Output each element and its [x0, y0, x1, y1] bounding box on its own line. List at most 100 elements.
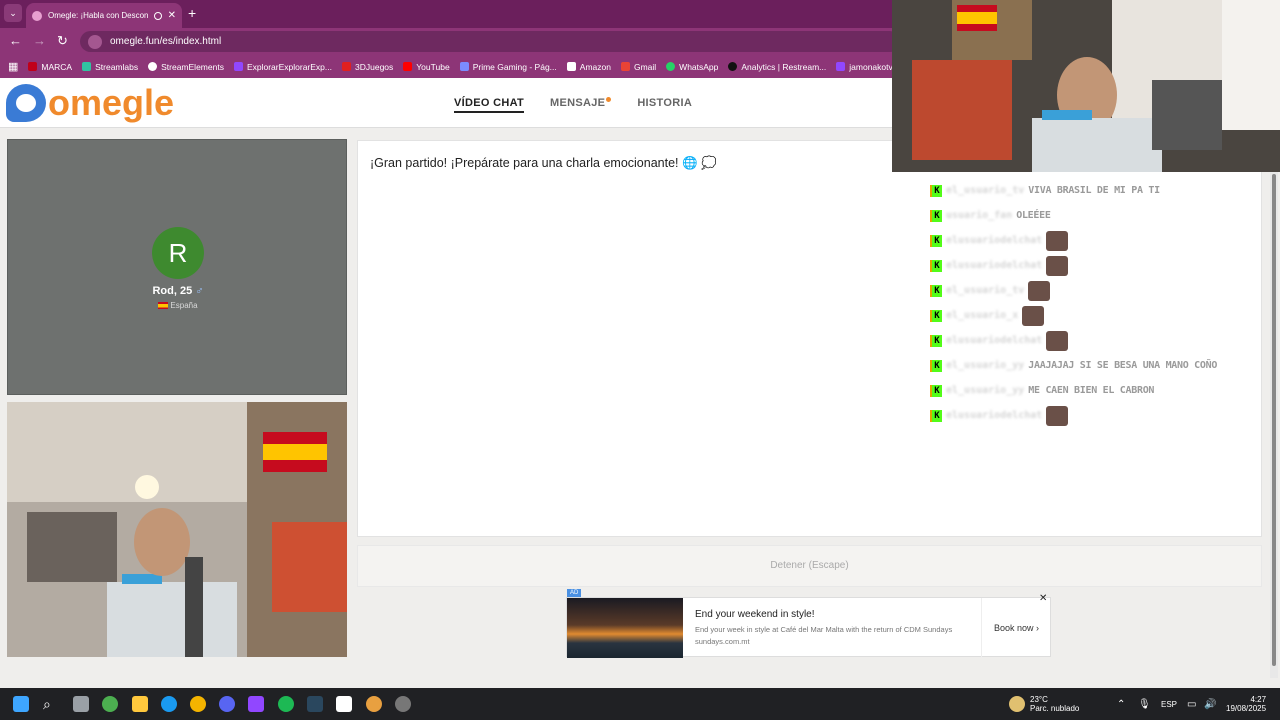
network-icon[interactable]: ▭: [1187, 688, 1196, 720]
weather-desc: Parc. nublado: [1030, 704, 1080, 713]
weather-widget[interactable]: 23°C Parc. nublado: [1030, 688, 1079, 720]
stranger-name: Rod, 25 ♂: [8, 285, 348, 297]
bookmark-label: Amazon: [579, 61, 611, 72]
site-info-icon[interactable]: [88, 34, 102, 49]
forward-button[interactable]: →: [33, 33, 46, 48]
logo-bubble-icon: [6, 84, 46, 122]
url-text: omegle.fun/es/index.html: [110, 36, 222, 47]
ad-image[interactable]: [567, 598, 683, 658]
apps-grid-icon[interactable]: ▦: [8, 60, 18, 73]
url-field[interactable]: omegle.fun/es/index.html: [80, 31, 900, 52]
stream-chat-emote: [1022, 305, 1045, 326]
bookmark-whatsapp[interactable]: WhatsApp: [666, 62, 718, 72]
bookmark-marca[interactable]: MARCA: [28, 62, 72, 72]
bookmark-streamlabs[interactable]: Streamlabs: [82, 62, 138, 72]
clock[interactable]: 4:27 19/08/2025: [1226, 688, 1266, 720]
stream-chat-username: el_usuario_yy: [946, 360, 1025, 371]
kick-badge-icon: K: [930, 334, 942, 347]
chevron-right-icon: ›: [1036, 623, 1040, 633]
reload-button[interactable]: ↻: [57, 33, 68, 49]
browser-tab[interactable]: Omegle: ¡Habla con Descon ✕: [26, 3, 182, 28]
notification-dot-icon: [606, 97, 612, 102]
bookmark-gmail[interactable]: Gmail: [620, 61, 657, 72]
edge-icon[interactable]: [161, 696, 177, 712]
stop-button[interactable]: Detener (Escape): [357, 545, 1262, 587]
nav-video-chat[interactable]: VÍDEO CHAT: [454, 97, 525, 113]
back-button[interactable]: ←: [9, 33, 22, 48]
stream-chat-text: ME CAEN BIEN EL CABRON: [1028, 385, 1155, 396]
ad-book-now-button[interactable]: Book now ›: [981, 598, 1051, 658]
capcut-icon[interactable]: [336, 696, 352, 712]
bookmark-restream[interactable]: Analytics | Restream...: [728, 62, 826, 72]
bookmark-label: 3DJuegos: [355, 61, 394, 72]
bookmark-amazon[interactable]: Amazon: [566, 61, 611, 72]
stream-chat-line: Kelusuariodelchat: [930, 253, 1250, 278]
new-tab-button[interactable]: +: [188, 5, 196, 21]
bookmark-label: MARCA: [41, 61, 73, 72]
obs-icon[interactable]: [395, 696, 411, 712]
stream-chat-emote: [1046, 405, 1069, 426]
page-scrollbar[interactable]: [1270, 172, 1278, 678]
stream-chat-username: el_usuario_tv: [946, 185, 1025, 196]
tray-chevron-up-icon[interactable]: ⌃: [1117, 688, 1125, 720]
start-windows-icon[interactable]: [13, 696, 29, 712]
tab-search-chevron-icon[interactable]: ⌄: [4, 4, 22, 22]
stream-chat-username: el_usuario_tv: [946, 285, 1025, 296]
bookmark-label: StreamElements: [161, 61, 224, 72]
self-video-image: [7, 402, 347, 657]
task-view-icon[interactable]: [73, 696, 89, 712]
weather-icon[interactable]: [1009, 696, 1025, 712]
stream-chat-line: Kelusuariodelchat: [930, 403, 1250, 428]
logo-text: omegle: [48, 82, 175, 123]
ad-banner[interactable]: AD End your weekend in style! End your w…: [566, 589, 1051, 658]
bookmark-explorar[interactable]: ExplorarExplorarExp...: [233, 62, 332, 72]
xbox-icon[interactable]: [102, 696, 118, 712]
stream-chat-line: Kel_usuario_tv VIVA BRASIL DE MI PA TI: [930, 178, 1250, 203]
nav-historia[interactable]: HISTORIA: [637, 97, 692, 113]
app-icon[interactable]: [366, 696, 382, 712]
stream-chat-username: el_usuario_yy: [946, 385, 1025, 396]
male-icon: ♂: [195, 285, 204, 297]
ad-close-icon[interactable]: ✕: [1039, 593, 1047, 604]
file-explorer-icon[interactable]: [132, 696, 148, 712]
microphone-icon[interactable]: 🎙: [1138, 688, 1151, 720]
bookmark-label: Gmail: [633, 61, 657, 72]
bookmark-prime-gaming[interactable]: Prime Gaming - Pág...: [459, 62, 557, 72]
twitch-icon[interactable]: [248, 696, 264, 712]
tab-close-icon[interactable]: ✕: [168, 10, 176, 21]
bookmark-label: WhatsApp: [679, 61, 719, 72]
kick-badge-icon: K: [930, 259, 942, 272]
language-indicator[interactable]: ESP: [1161, 688, 1177, 720]
stream-chat-line: Kel_usuario_yy ME CAEN BIEN EL CABRON: [930, 378, 1250, 403]
bookmark-streamelements[interactable]: StreamElements: [148, 62, 224, 72]
kick-badge-icon: K: [930, 234, 942, 247]
site-nav: VÍDEO CHAT MENSAJE HISTORIA: [454, 97, 692, 113]
kick-badge-icon: K: [930, 284, 942, 297]
spotify-icon[interactable]: [278, 696, 294, 712]
bookmark-youtube[interactable]: YouTube: [403, 61, 450, 72]
webcam-image: [892, 0, 1280, 172]
volume-icon[interactable]: 🔊: [1204, 688, 1216, 720]
bookmark-3djuegos[interactable]: 3DJuegos: [342, 62, 393, 72]
stream-chat-text: JAAJAJAJ SI SE BESA UNA MANO COÑO: [1028, 360, 1218, 371]
ad-cta-label: Book now: [993, 623, 1034, 633]
stream-chat-username: elusuariodelchat: [946, 410, 1043, 421]
search-icon[interactable]: ⌕: [43, 696, 59, 712]
nav-mensaje[interactable]: MENSAJE: [550, 97, 612, 113]
bookmark-label: Analytics | Restream...: [741, 61, 827, 72]
discord-icon[interactable]: [219, 696, 235, 712]
stream-chat-line: Kelusuariodelchat: [930, 328, 1250, 353]
omegle-favicon: [32, 10, 42, 21]
steam-icon[interactable]: [307, 696, 323, 712]
omegle-logo[interactable]: omegle: [6, 83, 174, 123]
self-video-feed: [7, 402, 347, 657]
ad-title[interactable]: End your weekend in style!: [695, 609, 815, 620]
stream-chat-text: VIVA BRASIL DE MI PA TI: [1028, 185, 1160, 196]
bookmark-label: YouTube: [416, 61, 450, 72]
stream-chat-username: usuario_fan: [946, 210, 1013, 221]
kick-badge-icon: K: [930, 384, 942, 397]
chrome-icon[interactable]: [190, 696, 206, 712]
nav-mensaje-label: MENSAJE: [550, 97, 606, 109]
kick-badge-icon: K: [930, 409, 942, 422]
stranger-country: España: [8, 301, 348, 310]
